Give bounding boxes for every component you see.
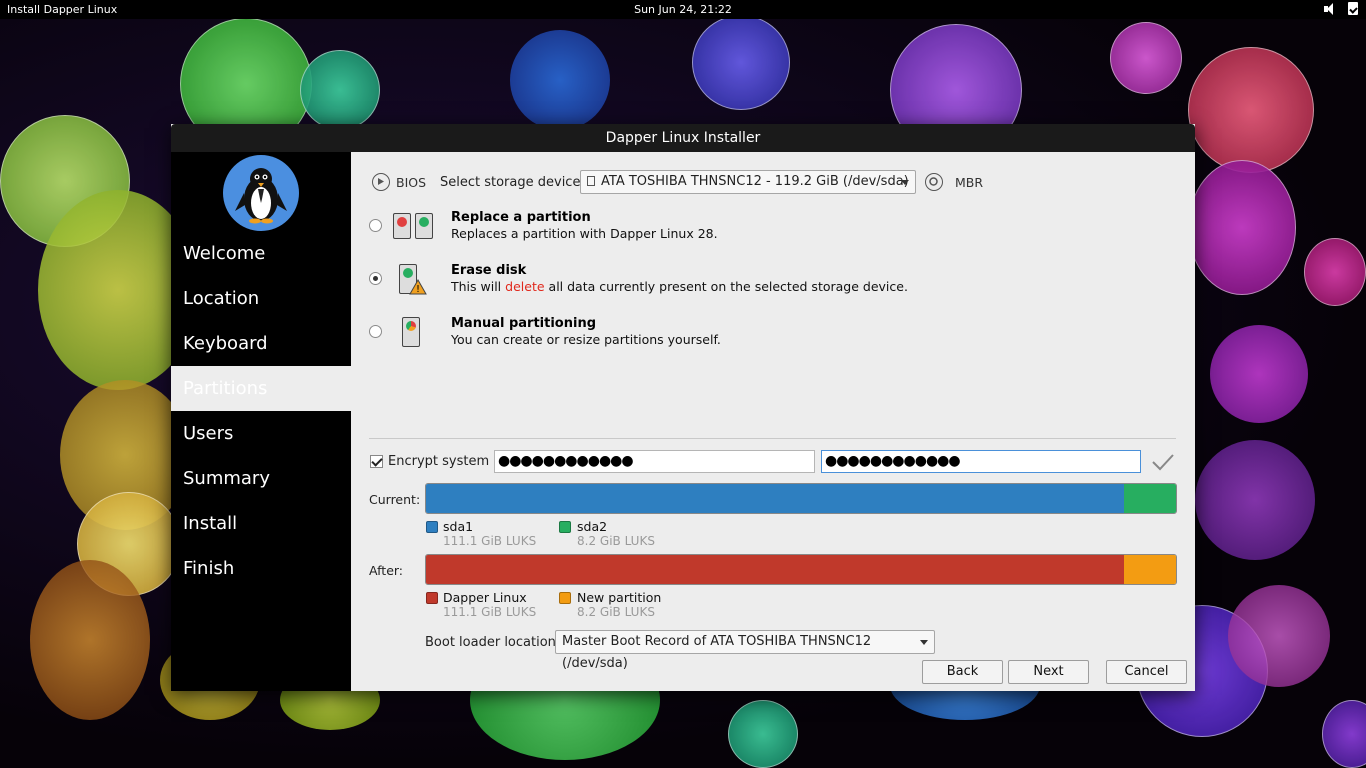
- bar-segment-new-partition: [1124, 555, 1176, 584]
- installer-window: Dapper Linux Installer Welcome Location …: [171, 124, 1195, 691]
- current-partition-bar: [425, 483, 1177, 514]
- bootloader-value: Master Boot Record of ATA TOSHIBA THNSNC…: [562, 634, 872, 671]
- sidebar-step-partitions: Partitions: [171, 366, 351, 411]
- storage-device-value: ATA TOSHIBA THNSNC12 - 119.2 GiB (/dev/s…: [601, 174, 909, 189]
- bios-icon: [372, 173, 390, 191]
- back-button[interactable]: Back: [922, 660, 1003, 684]
- manual-partitioning-description: You can create or resize partitions your…: [451, 332, 721, 347]
- window-title: Dapper Linux Installer: [171, 124, 1195, 152]
- legend-info-dapper-linux: 111.1 GiB LUKS: [443, 605, 537, 619]
- sidebar-step-finish: Finish: [183, 558, 235, 579]
- erase-disk-radio[interactable]: [369, 272, 382, 285]
- encrypt-checkbox[interactable]: [370, 455, 383, 468]
- legend-info-sda1: 111.1 GiB LUKS: [443, 534, 537, 548]
- volume-icon[interactable]: [1324, 2, 1338, 15]
- passphrase-input[interactable]: ●●●●●●●●●●●●: [494, 450, 815, 473]
- delete-highlight: delete: [505, 279, 545, 294]
- top-panel: Install Dapper Linux Sun Jun 24, 21:22: [0, 0, 1366, 19]
- sidebar-step-users: Users: [183, 423, 234, 444]
- passphrase-confirm-input[interactable]: ●●●●●●●●●●●●: [821, 450, 1141, 473]
- storage-device-select[interactable]: ATA TOSHIBA THNSNC12 - 119.2 GiB (/dev/s…: [580, 170, 916, 194]
- legend-swatch-new-partition: [559, 592, 571, 604]
- drive-icon: [587, 176, 595, 186]
- clock[interactable]: Sun Jun 24, 21:22: [0, 3, 1366, 16]
- replace-partition-title[interactable]: Replace a partition: [451, 210, 591, 225]
- erase-disk-warning-icon: !: [397, 263, 429, 297]
- penguin-logo-icon: [223, 155, 299, 231]
- replace-partition-radio[interactable]: [369, 219, 382, 232]
- current-label: Current:: [369, 492, 421, 507]
- svg-text:!: !: [416, 284, 420, 295]
- bar-segment-dapper-linux: [426, 555, 1125, 584]
- sidebar-step-location: Location: [183, 288, 260, 309]
- legend-swatch-sda1: [426, 521, 438, 533]
- bar-segment-sda1: [426, 484, 1125, 513]
- bootloader-label: Boot loader location:: [425, 635, 561, 650]
- erase-disk-description: This will delete all data currently pres…: [451, 279, 908, 294]
- chevron-down-icon: [901, 180, 909, 185]
- encrypt-label[interactable]: Encrypt system: [388, 454, 489, 469]
- passphrase-match-checkmark-icon: [1152, 454, 1174, 471]
- legend-info-new-partition: 8.2 GiB LUKS: [577, 605, 655, 619]
- manual-partitioning-icon: [401, 316, 425, 350]
- divider: [369, 438, 1176, 439]
- after-partition-bar: [425, 554, 1177, 585]
- system-tray[interactable]: [1324, 2, 1358, 15]
- sidebar-step-keyboard: Keyboard: [183, 333, 268, 354]
- sidebar-step-install: Install: [183, 513, 238, 534]
- cancel-button[interactable]: Cancel: [1106, 660, 1187, 684]
- legend-info-sda2: 8.2 GiB LUKS: [577, 534, 655, 548]
- erase-disk-title[interactable]: Erase disk: [451, 263, 526, 278]
- bar-segment-sda2: [1124, 484, 1176, 513]
- partition-table-icon: [925, 173, 943, 191]
- legend-name-new-partition: New partition: [577, 590, 662, 605]
- bootloader-select[interactable]: Master Boot Record of ATA TOSHIBA THNSNC…: [555, 630, 935, 671]
- legend-name-sda1: sda1: [443, 519, 474, 534]
- clipboard-check-icon[interactable]: [1348, 2, 1358, 15]
- partitions-page: BIOS Select storage device: ATA TOSHIBA …: [351, 152, 1195, 691]
- firmware-type-label: BIOS: [396, 175, 427, 190]
- legend-swatch-sda2: [559, 521, 571, 533]
- manual-partitioning-title[interactable]: Manual partitioning: [451, 316, 596, 331]
- replace-partition-description: Replaces a partition with Dapper Linux 2…: [451, 226, 718, 241]
- after-label: After:: [369, 563, 404, 578]
- legend-name-sda2: sda2: [577, 519, 608, 534]
- replace-partition-icon: [391, 212, 435, 240]
- chevron-down-icon: [920, 640, 928, 645]
- sidebar-step-welcome: Welcome: [183, 243, 266, 264]
- sidebar: Welcome Location Keyboard Partitions Use…: [171, 152, 351, 691]
- manual-partitioning-radio[interactable]: [369, 325, 382, 338]
- legend-name-dapper-linux: Dapper Linux: [443, 590, 527, 605]
- legend-swatch-dapper-linux: [426, 592, 438, 604]
- partition-table-type: MBR: [955, 175, 984, 190]
- next-button[interactable]: Next: [1008, 660, 1089, 684]
- storage-device-label: Select storage device:: [440, 175, 585, 190]
- sidebar-step-summary: Summary: [183, 468, 270, 489]
